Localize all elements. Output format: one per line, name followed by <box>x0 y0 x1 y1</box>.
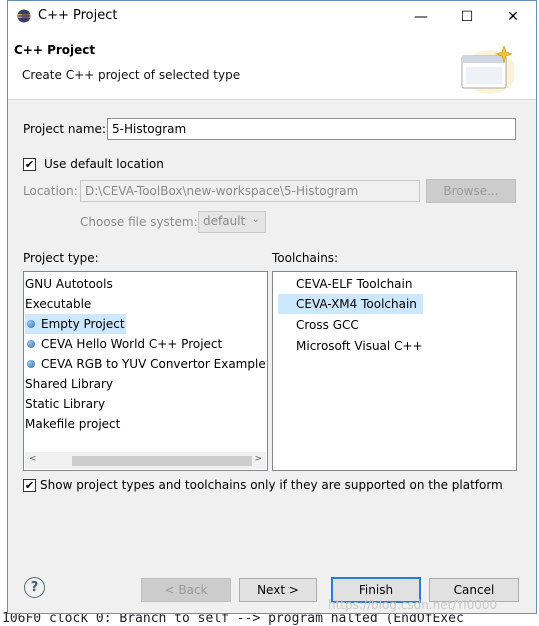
project-type-item[interactable]: CEVA Hello World C++ Project <box>25 334 222 354</box>
file-system-value: default <box>203 214 246 228</box>
checkmark-icon: ✔ <box>24 158 35 171</box>
file-system-label: Choose file system: <box>80 215 198 229</box>
minimize-icon: — <box>414 8 428 25</box>
close-icon: ✕ <box>507 8 519 25</box>
location-input[interactable]: D:\CEVA-ToolBox\new-workspace\5-Histogra… <box>80 180 420 202</box>
project-name-label: Project name: <box>23 122 106 136</box>
project-name-input[interactable]: 5-Histogram <box>107 118 516 140</box>
use-default-location-label: Use default location <box>44 157 164 171</box>
background-console-line: 106F0 clock 0: Branch to self --> progra… <box>0 612 539 626</box>
project-type-item[interactable]: Makefile project <box>25 414 120 434</box>
use-default-location-checkbox[interactable]: ✔ <box>23 158 36 171</box>
file-system-select[interactable]: default ⌄ <box>198 211 266 233</box>
chevron-down-icon: ⌄ <box>251 214 260 225</box>
next-button[interactable]: Next > <box>239 578 317 602</box>
project-type-item-selected[interactable]: Empty Project <box>25 314 126 334</box>
cpp-project-dialog: C++ Project — ☐ ✕ C++ Project Create C++… <box>7 0 537 614</box>
new-project-wizard-icon <box>461 45 514 94</box>
minimize-button[interactable]: — <box>398 1 444 32</box>
location-label: Location: <box>23 184 78 198</box>
project-type-label: Project type: <box>23 251 99 265</box>
toolchain-item[interactable]: CEVA-ELF Toolchain <box>278 274 418 294</box>
toolchain-item[interactable]: Cross GCC <box>278 315 418 335</box>
wizard-banner: C++ Project Create C++ project of select… <box>8 32 536 100</box>
eclipse-app-icon <box>17 9 31 23</box>
watermark-url: https://blog.csdn.net/Yi0000 <box>328 598 498 612</box>
title-bar: C++ Project — ☐ ✕ <box>8 1 536 32</box>
project-type-item[interactable]: Executable <box>25 294 91 314</box>
project-type-icon <box>27 320 35 328</box>
maximize-icon: ☐ <box>460 8 474 25</box>
show-supported-label: Show project types and toolchains only i… <box>40 478 503 492</box>
project-type-tree[interactable]: GNU Autotools Executable Empty Project C… <box>23 271 268 471</box>
page-title: C++ Project <box>14 43 96 57</box>
project-type-horizontal-scrollbar[interactable]: < > <box>25 452 266 469</box>
project-type-item[interactable]: Static Library <box>25 394 105 414</box>
project-type-item[interactable]: Shared Library <box>25 374 113 394</box>
back-button[interactable]: < Back <box>141 578 231 602</box>
scroll-left-icon[interactable]: < <box>29 454 37 464</box>
project-type-icon <box>27 360 35 368</box>
show-supported-checkbox[interactable]: ✔ <box>23 479 36 492</box>
project-type-icon <box>27 340 35 348</box>
scrollbar-thumb[interactable] <box>72 456 252 466</box>
browse-button[interactable]: Browse... <box>426 179 516 203</box>
maximize-button[interactable]: ☐ <box>444 1 490 32</box>
help-button[interactable]: ? <box>24 577 45 598</box>
toolchains-list[interactable]: CEVA-ELF Toolchain CEVA-XM4 Toolchain Cr… <box>272 271 517 471</box>
checkmark-icon: ✔ <box>24 479 35 492</box>
toolchain-item[interactable]: Microsoft Visual C++ <box>278 336 438 356</box>
window-title: C++ Project <box>38 8 118 23</box>
scroll-right-icon[interactable]: > <box>254 454 262 464</box>
project-type-item[interactable]: GNU Autotools <box>25 274 113 294</box>
toolchains-label: Toolchains: <box>272 251 339 265</box>
close-button[interactable]: ✕ <box>490 1 536 32</box>
help-icon: ? <box>30 580 39 595</box>
toolchain-item-selected[interactable]: CEVA-XM4 Toolchain <box>278 294 423 314</box>
page-description: Create C++ project of selected type <box>22 68 241 82</box>
project-type-item[interactable]: CEVA RGB to YUV Convertor Example <box>25 354 266 374</box>
